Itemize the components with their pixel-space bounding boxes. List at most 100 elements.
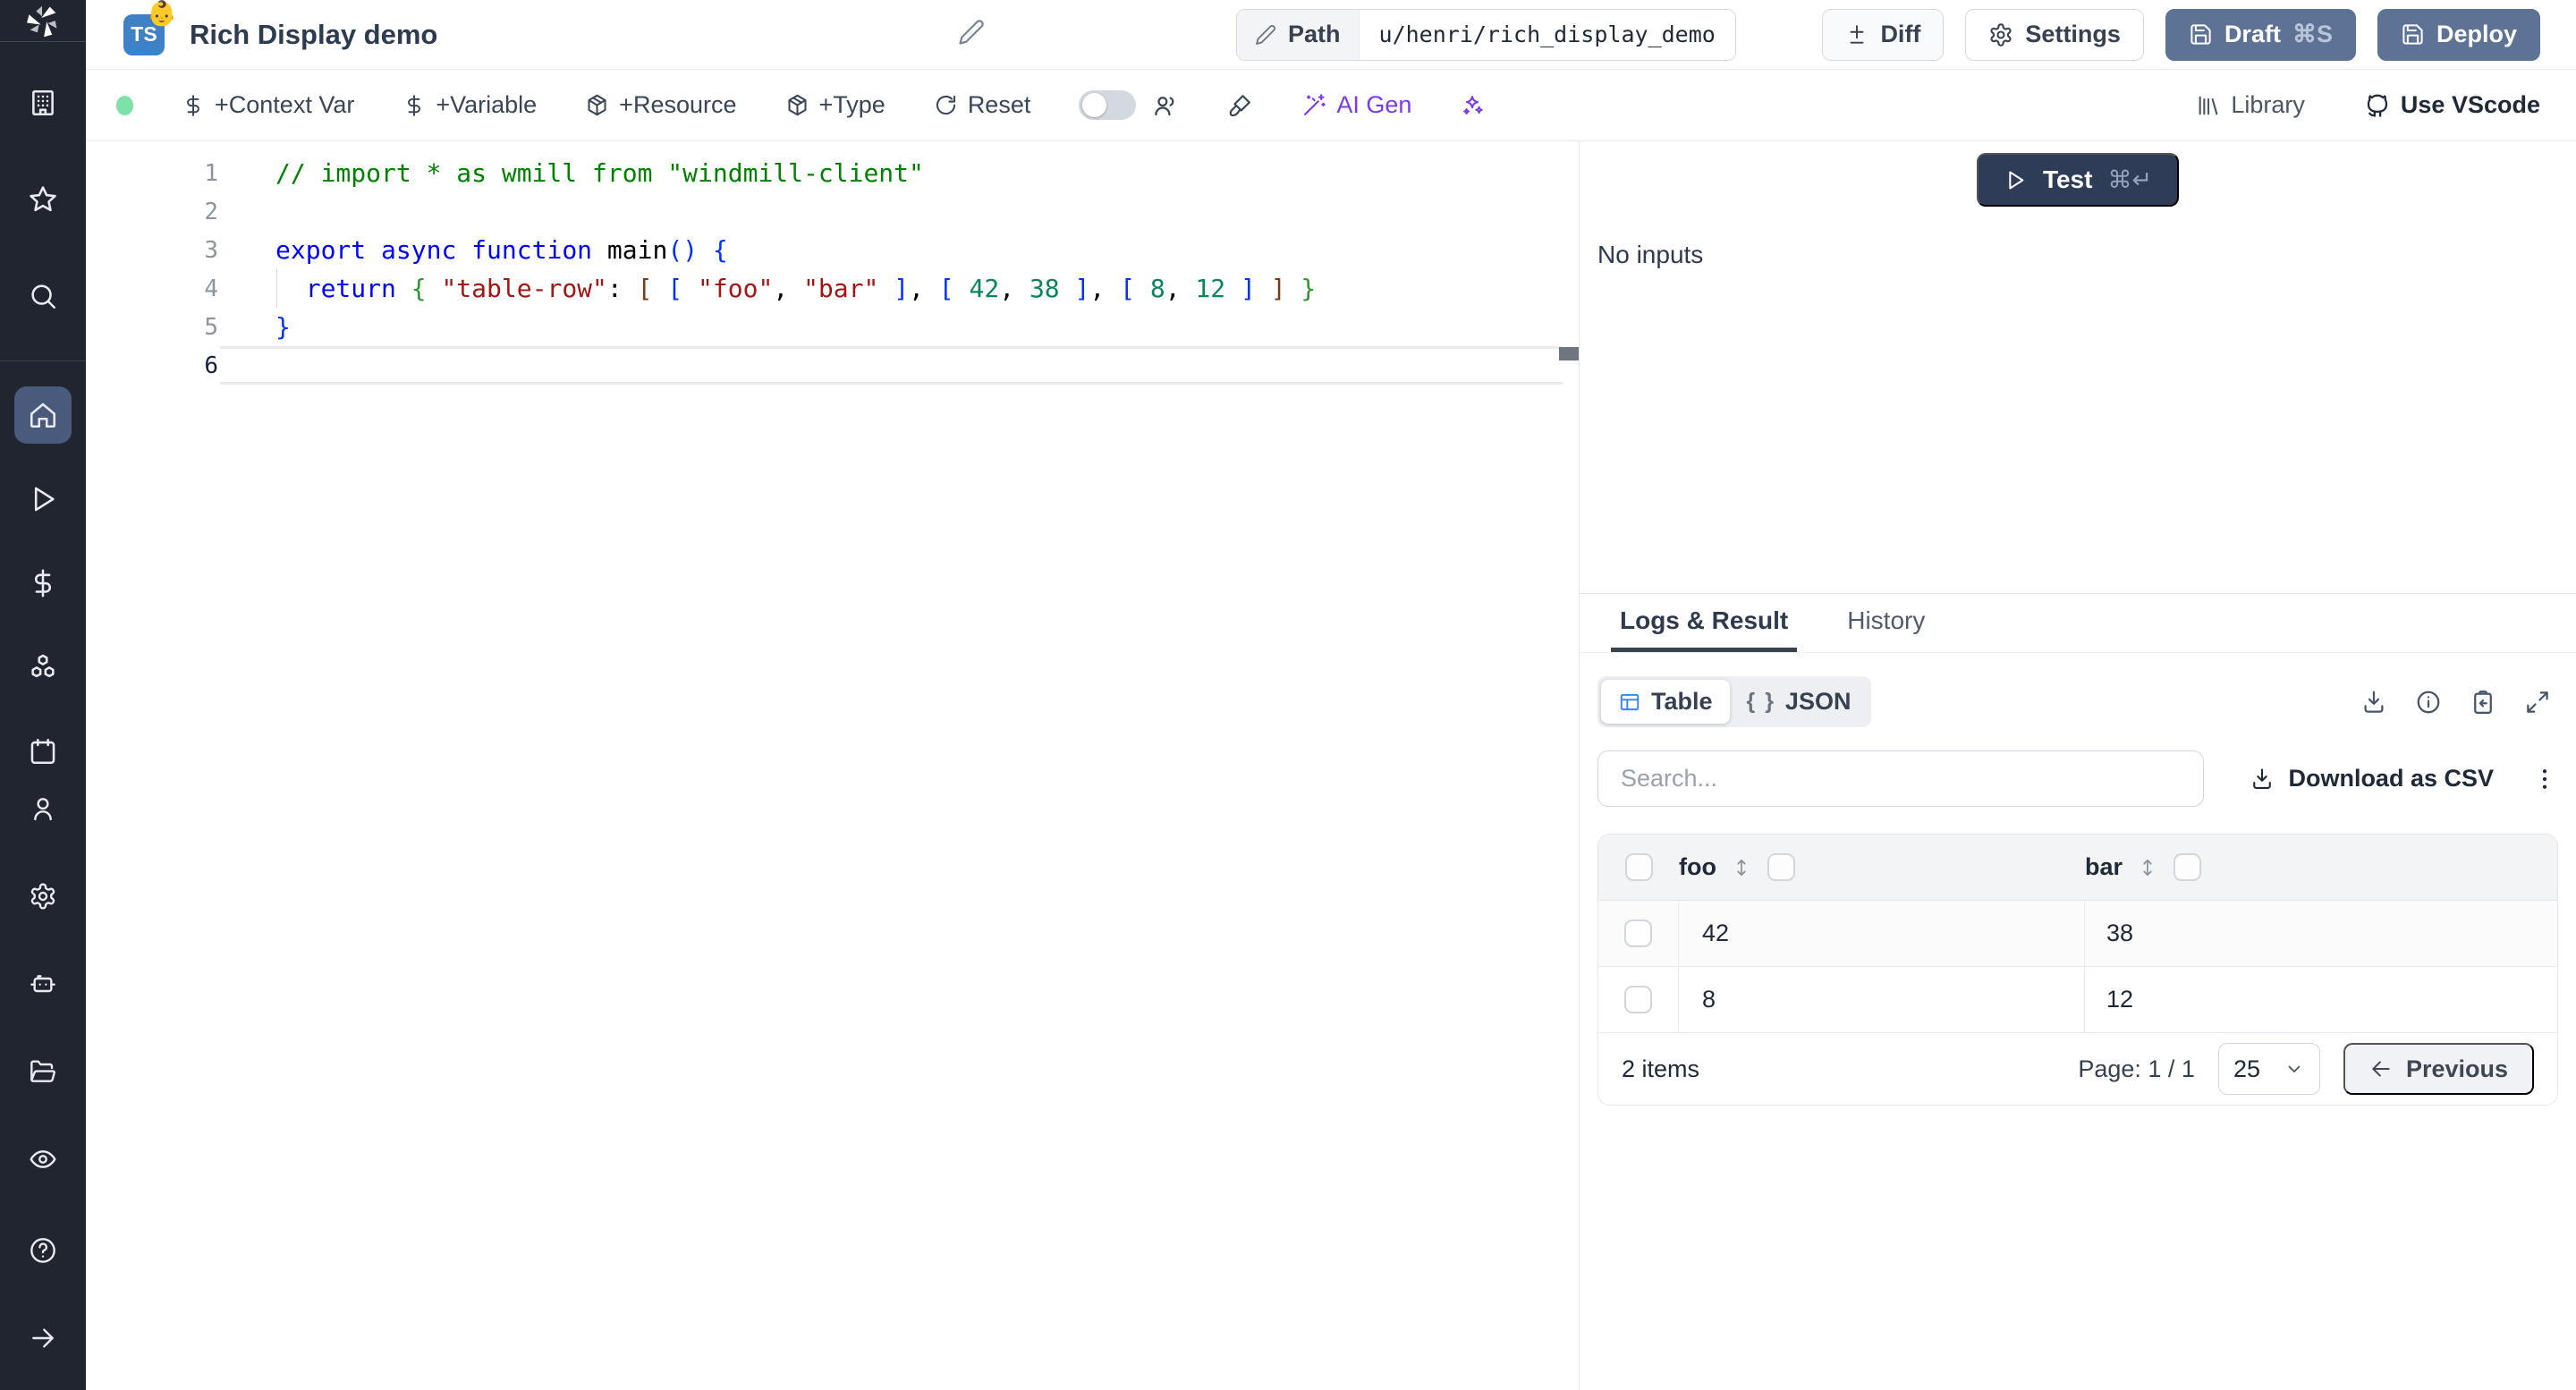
use-vscode-button[interactable]: Use VScode — [2364, 91, 2540, 119]
windmill-logo[interactable] — [0, 0, 86, 42]
add-context-var-button[interactable]: +Context Var — [182, 91, 354, 119]
format-button[interactable] — [1227, 92, 1253, 118]
add-type-button[interactable]: +Type — [785, 91, 886, 119]
result-section: Logs & Result History Table {} JSON Sea… — [1580, 593, 2576, 1390]
row-checkbox[interactable] — [1624, 986, 1652, 1013]
test-label: Test — [2042, 165, 2093, 193]
line-number: 4 — [204, 275, 218, 302]
expand-result-button[interactable] — [2524, 689, 2551, 716]
code-lines: 1 // import * as wmill from "windmill-cli… — [86, 154, 1579, 385]
sidebar-item-favorites[interactable] — [14, 171, 72, 228]
sidebar-item-folders[interactable] — [14, 1043, 72, 1100]
tab-logs-result[interactable]: Logs & Result — [1611, 594, 1798, 652]
download-csv-button[interactable]: Download as CSV — [2250, 765, 2494, 792]
result-info-button[interactable] — [2415, 689, 2442, 716]
table-menu-button[interactable] — [2531, 766, 2558, 792]
line-number: 2 — [204, 198, 218, 225]
ai-gen-button[interactable]: AI Gen — [1301, 91, 1411, 119]
info-icon — [2417, 691, 2440, 713]
cell-foo: 8 — [1679, 967, 2085, 1032]
braces-icon: { } — [1746, 689, 1775, 714]
library-button[interactable]: Library — [2196, 91, 2305, 119]
sidebar-item-settings[interactable] — [14, 868, 72, 925]
add-resource-label: +Resource — [619, 91, 737, 118]
test-shortcut: ⌘↵ — [2107, 165, 2153, 193]
line-number: 1 — [204, 159, 218, 187]
ai-gen-label: AI Gen — [1336, 91, 1412, 118]
settings-button[interactable]: Settings — [1965, 8, 2144, 61]
table-row[interactable]: 8 12 — [1598, 967, 2557, 1033]
refresh-icon — [936, 95, 955, 115]
sidebar-item-search[interactable] — [14, 267, 72, 325]
sidebar-item-user[interactable] — [14, 780, 72, 837]
code-text: } — [275, 312, 291, 342]
diff-label: Diff — [1880, 21, 1921, 47]
code-line[interactable]: 1 // import * as wmill from "windmill-cli… — [86, 154, 1579, 192]
sidebar-item-workspace[interactable] — [14, 74, 72, 131]
code-line[interactable]: 2 — [86, 192, 1579, 231]
tab-history[interactable]: History — [1838, 594, 1934, 652]
view-toggle: Table { } JSON — [1597, 676, 1872, 727]
sidebar-item-help[interactable] — [14, 1222, 72, 1279]
code-line[interactable]: 6 — [86, 346, 1579, 385]
test-button[interactable]: Test ⌘↵ — [1976, 153, 2180, 207]
code-line[interactable]: 3 export async function main() { — [86, 231, 1579, 269]
tab-history-label: History — [1847, 606, 1926, 634]
library-icon — [2199, 96, 2218, 114]
users-icon — [1155, 96, 1174, 115]
page-size-select[interactable]: 25 — [2217, 1043, 2320, 1095]
view-json-button[interactable]: { } JSON — [1730, 680, 1868, 724]
sidebar-item-runs[interactable] — [14, 470, 72, 528]
table-row[interactable]: 42 38 — [1598, 901, 2557, 967]
sparkles-icon — [1463, 95, 1484, 114]
collab-toggle[interactable] — [1079, 90, 1137, 120]
sidebar-item-resources[interactable] — [14, 639, 72, 696]
diff-button[interactable]: Diff — [1822, 8, 1945, 61]
draft-shortcut: ⌘S — [2292, 21, 2333, 47]
sort-icon — [2143, 859, 2152, 876]
sidebar-item-audit[interactable] — [14, 1131, 72, 1188]
sidebar-expand[interactable] — [14, 1309, 72, 1367]
building-icon — [32, 89, 54, 116]
sidebar-item-home[interactable] — [14, 386, 72, 444]
code-editor[interactable]: 1 // import * as wmill from "windmill-cli… — [86, 141, 1580, 1390]
robot-icon — [30, 975, 55, 993]
search-input[interactable] — [1597, 750, 2204, 807]
pencil-icon — [959, 20, 984, 45]
topbar: TS 👶 Rich Display demo Path u/henri/rich… — [86, 0, 2576, 70]
previous-page-button[interactable]: Previous — [2343, 1043, 2534, 1095]
path-control[interactable]: Path u/henri/rich_display_demo — [1236, 8, 1736, 61]
collab-group — [1079, 90, 1179, 120]
help-icon — [30, 1238, 55, 1263]
add-variable-label: +Variable — [436, 91, 538, 118]
code-line[interactable]: 4 return { "table-row": [ [ "foo", "bar"… — [86, 269, 1579, 308]
sidebar-item-schedules[interactable] — [14, 723, 72, 780]
indent-guide — [276, 269, 277, 308]
add-variable-button[interactable]: +Variable — [402, 91, 537, 119]
sidebar-top-nav — [0, 74, 86, 325]
edit-summary-button[interactable] — [958, 19, 985, 50]
add-resource-button[interactable]: +Resource — [585, 91, 737, 119]
download-csv-label: Download as CSV — [2288, 765, 2494, 792]
previous-label: Previous — [2405, 1055, 2508, 1082]
draft-button[interactable]: Draft ⌘S — [2165, 8, 2356, 61]
dollar-icon — [35, 569, 51, 598]
sort-foo-button[interactable] — [1730, 856, 1753, 879]
script-emoji: 👶 — [147, 0, 177, 28]
filter-foo-checkbox[interactable] — [1767, 853, 1795, 881]
code-line[interactable]: 5} — [86, 308, 1579, 346]
column-header-foo: foo — [1679, 853, 1716, 880]
ai-assistant-button[interactable] — [1460, 93, 1485, 118]
select-all-checkbox[interactable] — [1624, 853, 1653, 881]
brush-icon — [1230, 95, 1251, 117]
view-table-button[interactable]: Table — [1601, 680, 1730, 724]
sidebar-item-workers[interactable] — [14, 955, 72, 1013]
deploy-button[interactable]: Deploy — [2377, 8, 2540, 61]
reset-button[interactable]: Reset — [934, 91, 1030, 119]
download-result-button[interactable] — [2360, 689, 2387, 716]
filter-bar-checkbox[interactable] — [2174, 853, 2202, 881]
row-checkbox[interactable] — [1624, 920, 1652, 947]
copy-result-button[interactable] — [2470, 689, 2496, 716]
sort-bar-button[interactable] — [2136, 856, 2159, 879]
sidebar-item-variables[interactable] — [14, 555, 72, 612]
